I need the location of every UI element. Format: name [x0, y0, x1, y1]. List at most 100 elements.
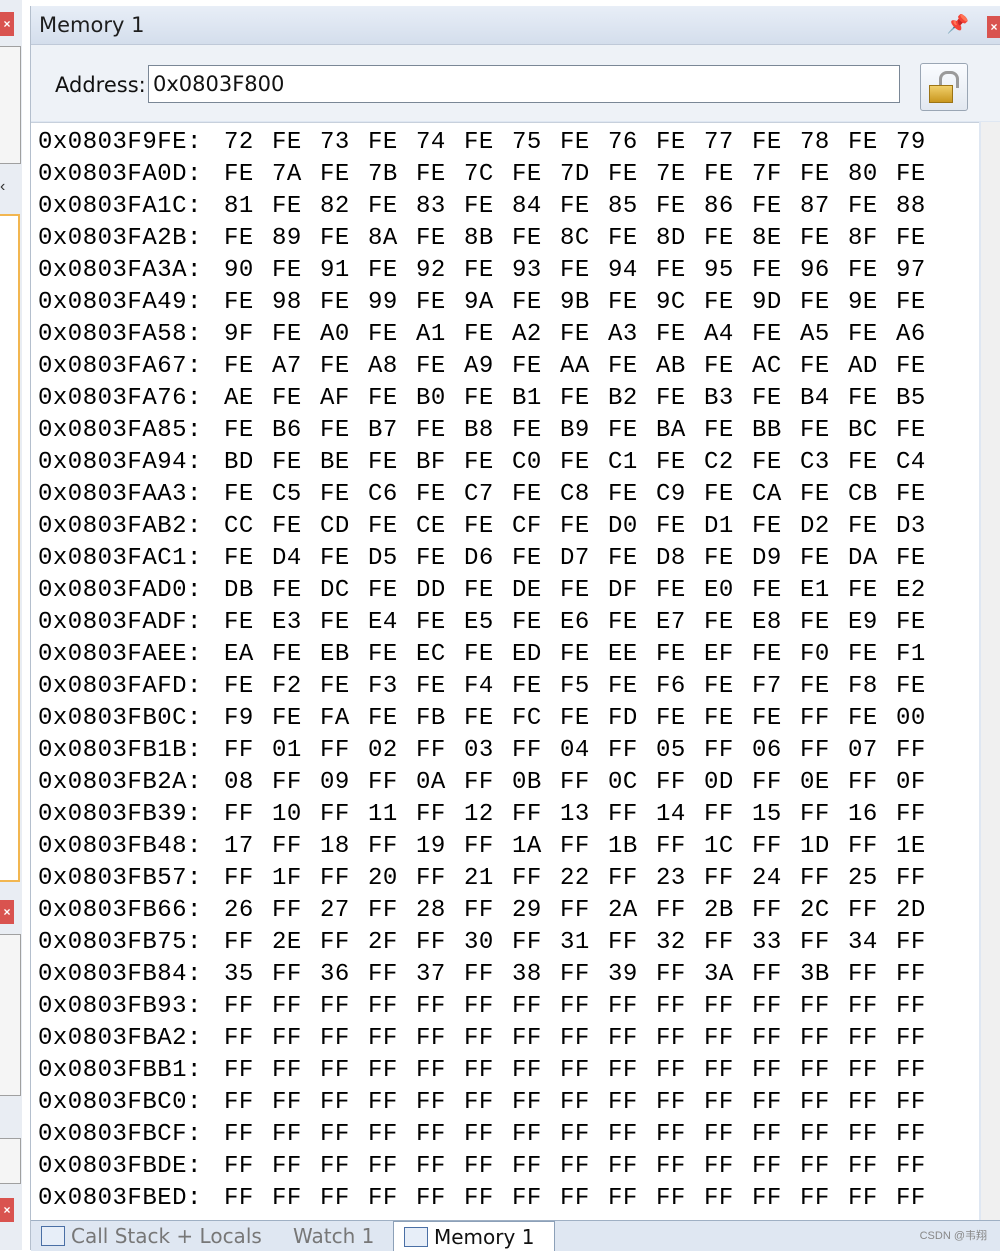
memory-byte[interactable]: 84: [512, 191, 560, 223]
memory-byte[interactable]: BF: [416, 447, 464, 479]
memory-byte[interactable]: FE: [608, 287, 656, 319]
memory-byte[interactable]: FF: [704, 1151, 752, 1183]
memory-byte[interactable]: FE: [320, 223, 368, 255]
memory-byte[interactable]: FF: [224, 735, 272, 767]
memory-byte[interactable]: FF: [512, 1119, 560, 1151]
memory-byte[interactable]: FF: [512, 1087, 560, 1119]
memory-byte[interactable]: FE: [848, 319, 896, 351]
memory-byte[interactable]: FF: [656, 1151, 704, 1183]
memory-byte[interactable]: FE: [848, 255, 896, 287]
memory-byte[interactable]: FF: [752, 1151, 800, 1183]
memory-byte[interactable]: FF: [368, 767, 416, 799]
memory-byte[interactable]: F8: [848, 671, 896, 703]
memory-byte[interactable]: FE: [224, 351, 272, 383]
memory-byte[interactable]: 0E: [800, 767, 848, 799]
memory-byte[interactable]: 88: [896, 191, 944, 223]
memory-byte[interactable]: 0D: [704, 767, 752, 799]
memory-byte[interactable]: FE: [752, 575, 800, 607]
memory-byte[interactable]: C1: [608, 447, 656, 479]
memory-byte[interactable]: 03: [464, 735, 512, 767]
memory-byte[interactable]: 1F: [272, 863, 320, 895]
memory-byte[interactable]: FF: [704, 863, 752, 895]
vertical-scrollbar[interactable]: [981, 122, 1000, 1222]
memory-byte[interactable]: F0: [800, 639, 848, 671]
memory-byte[interactable]: AD: [848, 351, 896, 383]
memory-byte[interactable]: 19: [416, 831, 464, 863]
memory-byte[interactable]: FF: [416, 1151, 464, 1183]
memory-byte[interactable]: FF: [896, 1023, 944, 1055]
memory-byte[interactable]: FE: [368, 191, 416, 223]
memory-byte[interactable]: FE: [416, 607, 464, 639]
memory-byte[interactable]: FF: [560, 991, 608, 1023]
memory-byte[interactable]: 7C: [464, 159, 512, 191]
memory-byte[interactable]: DE: [512, 575, 560, 607]
memory-byte[interactable]: FE: [752, 383, 800, 415]
memory-byte[interactable]: FE: [752, 127, 800, 159]
memory-byte[interactable]: 17: [224, 831, 272, 863]
memory-byte[interactable]: FE: [272, 639, 320, 671]
memory-byte[interactable]: FF: [800, 1023, 848, 1055]
memory-byte[interactable]: FF: [848, 1151, 896, 1183]
close-icon[interactable]: ×: [0, 900, 14, 924]
memory-byte[interactable]: FF: [320, 863, 368, 895]
memory-byte[interactable]: 30: [464, 927, 512, 959]
memory-byte[interactable]: FE: [896, 223, 944, 255]
memory-byte[interactable]: B0: [416, 383, 464, 415]
memory-byte[interactable]: 25: [848, 863, 896, 895]
memory-byte[interactable]: 26: [224, 895, 272, 927]
memory-byte[interactable]: 93: [512, 255, 560, 287]
memory-byte[interactable]: C2: [704, 447, 752, 479]
memory-byte[interactable]: FF: [704, 991, 752, 1023]
memory-byte[interactable]: D2: [800, 511, 848, 543]
memory-byte[interactable]: FE: [896, 351, 944, 383]
memory-byte[interactable]: FE: [224, 671, 272, 703]
memory-byte[interactable]: 05: [656, 735, 704, 767]
memory-byte[interactable]: 74: [416, 127, 464, 159]
memory-byte[interactable]: F1: [896, 639, 944, 671]
memory-byte[interactable]: FE: [752, 191, 800, 223]
memory-byte[interactable]: 06: [752, 735, 800, 767]
memory-byte[interactable]: FF: [704, 1055, 752, 1087]
memory-byte[interactable]: F5: [560, 671, 608, 703]
memory-byte[interactable]: 13: [560, 799, 608, 831]
memory-byte[interactable]: FF: [272, 959, 320, 991]
memory-byte[interactable]: FE: [416, 543, 464, 575]
memory-byte[interactable]: 3A: [704, 959, 752, 991]
memory-byte[interactable]: FF: [608, 927, 656, 959]
memory-byte[interactable]: FE: [704, 223, 752, 255]
memory-byte[interactable]: FE: [560, 319, 608, 351]
memory-byte[interactable]: FF: [320, 1023, 368, 1055]
memory-byte[interactable]: FF: [512, 991, 560, 1023]
memory-byte[interactable]: FE: [800, 607, 848, 639]
memory-byte[interactable]: FE: [416, 671, 464, 703]
memory-byte[interactable]: 8B: [464, 223, 512, 255]
memory-byte[interactable]: FE: [896, 287, 944, 319]
memory-byte[interactable]: 24: [752, 863, 800, 895]
memory-byte[interactable]: 85: [608, 191, 656, 223]
memory-byte[interactable]: A3: [608, 319, 656, 351]
memory-byte[interactable]: FE: [800, 543, 848, 575]
memory-byte[interactable]: C8: [560, 479, 608, 511]
memory-byte[interactable]: FF: [416, 735, 464, 767]
memory-byte[interactable]: FF: [608, 1151, 656, 1183]
memory-byte[interactable]: 92: [416, 255, 464, 287]
memory-byte[interactable]: 32: [656, 927, 704, 959]
memory-byte[interactable]: 8D: [656, 223, 704, 255]
memory-byte[interactable]: D5: [368, 543, 416, 575]
memory-byte[interactable]: FF: [608, 735, 656, 767]
memory-byte[interactable]: FE: [224, 607, 272, 639]
memory-byte[interactable]: FE: [848, 575, 896, 607]
memory-byte[interactable]: FE: [656, 575, 704, 607]
memory-byte[interactable]: AF: [320, 383, 368, 415]
memory-byte[interactable]: FE: [848, 127, 896, 159]
memory-byte[interactable]: 79: [896, 127, 944, 159]
memory-byte[interactable]: FF: [512, 1023, 560, 1055]
memory-byte[interactable]: FF: [224, 927, 272, 959]
memory-byte[interactable]: FE: [560, 511, 608, 543]
memory-byte[interactable]: FE: [272, 511, 320, 543]
memory-byte[interactable]: FE: [416, 351, 464, 383]
memory-byte[interactable]: FE: [224, 223, 272, 255]
memory-byte[interactable]: A0: [320, 319, 368, 351]
memory-byte[interactable]: 14: [656, 799, 704, 831]
memory-byte[interactable]: FF: [704, 1119, 752, 1151]
